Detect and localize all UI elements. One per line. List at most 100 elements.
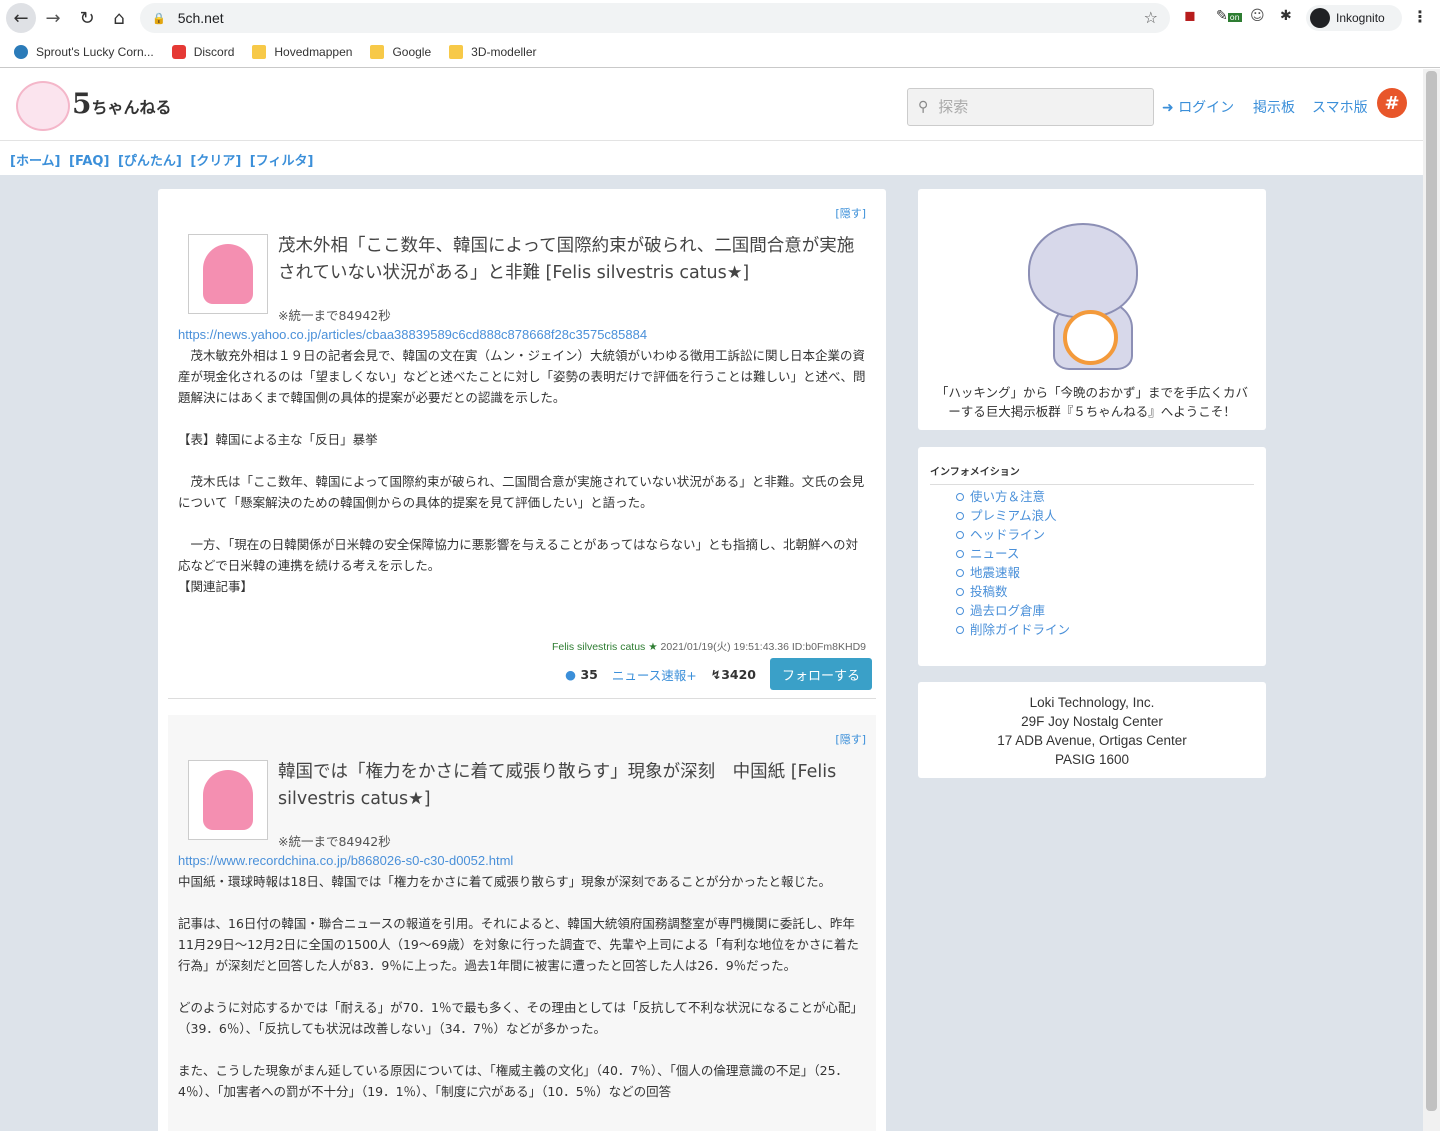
bookmark-label: Hovedmappen <box>274 44 353 59</box>
bookmark-label: Sprout's Lucky Corn... <box>36 44 154 59</box>
author-name[interactable]: Felis silvestris catus ★ <box>552 641 658 653</box>
welcome-text: 「ハッキング」から「今晩のおかず」までを手広くカバーする巨大掲示板群『５ちゃんね… <box>935 385 1249 419</box>
home-icon[interactable]: ⌂ <box>104 3 134 33</box>
bookmark-item[interactable]: Discord <box>171 44 235 59</box>
menu-kebab-icon[interactable]: ⋮ <box>1412 7 1428 26</box>
nav-home[interactable]: [ホーム] <box>10 154 61 169</box>
avatar <box>203 770 253 830</box>
search-input[interactable] <box>938 98 1129 116</box>
comments-count[interactable]: ● 35 <box>565 667 598 682</box>
wolf-mascot-icon <box>1018 205 1168 375</box>
info-link-archive[interactable]: 過去ログ倉庫 <box>956 601 1070 620</box>
article-thumbnail[interactable] <box>188 234 268 314</box>
lock-icon: 🔒 <box>152 11 166 25</box>
hide-link[interactable]: [隠す] <box>835 205 866 221</box>
category-link[interactable]: ニュース速報+ <box>612 665 697 684</box>
hide-link[interactable]: [隠す] <box>835 731 866 747</box>
search-box: ⚲ <box>907 88 1154 126</box>
page-content: 5ちゃんねる ⚲ ➜ ログイン 掲示板 スマホ版 # [ホーム] [FAQ] [… <box>0 69 1423 1131</box>
article-card: [隠す] 茂木外相「ここ数年、韓国によって国際約束が破られ、二国間合意が実施され… <box>168 189 876 699</box>
folder-icon <box>449 44 464 59</box>
back-arrow-icon[interactable]: ← <box>6 3 36 33</box>
ublock-icon[interactable]: ◼ <box>1184 8 1196 24</box>
information-box: インフォメイション 使い方＆注意 プレミアム浪人 ヘッドライン ニュース 地震速… <box>918 447 1266 666</box>
url-text: 5ch.net <box>177 10 224 26</box>
info-link-premium[interactable]: プレミアム浪人 <box>956 506 1070 525</box>
logo-mascot-icon[interactable] <box>16 81 70 131</box>
incognito-label: Inkognito <box>1336 11 1385 25</box>
address-bar[interactable]: 🔒 5ch.net ☆ <box>140 3 1170 33</box>
company-name: Loki Technology, Inc. <box>1029 695 1155 710</box>
company-address-2: 17 ADB Avenue, Ortigas Center <box>997 733 1187 748</box>
sync-countdown: ※統一まで84942秒 <box>278 834 391 849</box>
smartphone-link[interactable]: スマホ版 <box>1312 97 1368 117</box>
forward-arrow-icon[interactable]: → <box>38 3 68 33</box>
site-header: 5ちゃんねる ⚲ ➜ ログイン 掲示板 スマホ版 # <box>0 69 1423 141</box>
welcome-box: 「ハッキング」から「今晩のおかず」までを手広くカバーする巨大掲示板群『５ちゃんね… <box>918 189 1266 430</box>
hash-icon[interactable]: # <box>1377 88 1407 118</box>
bookmark-star-icon[interactable]: ☆ <box>1144 8 1158 27</box>
bookmark-label: Discord <box>193 44 235 59</box>
views-count: ↯3420 <box>711 667 756 682</box>
company-box: Loki Technology, Inc. 29F Joy Nostalg Ce… <box>918 682 1266 778</box>
extension-on-icon[interactable]: ✎ on <box>1216 8 1242 24</box>
incognito-indicator[interactable]: Inkognito <box>1306 5 1402 31</box>
scrollbar[interactable] <box>1423 69 1440 1131</box>
bookmark-label: 3D-modeller <box>471 44 537 59</box>
source-link[interactable]: https://news.yahoo.co.jp/articles/cbaa38… <box>178 327 647 342</box>
boards-link[interactable]: 掲示板 <box>1253 97 1295 117</box>
wordpress-icon <box>14 44 28 59</box>
extension-face-icon[interactable]: ☺ <box>1250 8 1265 24</box>
bookmark-item[interactable]: Hovedmappen <box>252 44 353 59</box>
bolt-icon: ↯ <box>710 666 722 682</box>
bookmark-item[interactable]: Google <box>370 44 432 59</box>
article-thumbnail[interactable] <box>188 760 268 840</box>
folder-icon <box>252 44 267 59</box>
search-icon: ⚲ <box>918 99 929 115</box>
article-actions: ● 35 ニュース速報+ ↯3420 フォローする <box>565 658 872 690</box>
avatar <box>203 244 253 304</box>
browser-toolbar: ← → ↻ ⌂ 🔒 5ch.net ☆ ◼ ✎ on ☺ ✱ Inkognito … <box>0 0 1440 36</box>
discord-icon <box>171 44 186 59</box>
login-icon: ➜ <box>1162 100 1174 116</box>
info-link-headline[interactable]: ヘッドライン <box>956 525 1070 544</box>
mascot-badge <box>1063 310 1118 365</box>
company-address-1: 29F Joy Nostalg Center <box>1021 714 1163 729</box>
company-address-3: PASIG 1600 <box>1054 752 1130 767</box>
comment-bubble-icon: ● <box>565 666 577 682</box>
nav-pintan[interactable]: [ぴんたん] <box>118 154 182 169</box>
info-link-news[interactable]: ニュース <box>956 544 1070 563</box>
article-title[interactable]: 韓国では「権力をかさに着て威張り散らす」現象が深刻 中国紙 [Felis sil… <box>278 759 863 813</box>
bookmarks-bar: Sprout's Lucky Corn... Discord Hovedmapp… <box>0 36 1440 68</box>
bookmark-item[interactable]: 3D-modeller <box>449 44 537 59</box>
sync-countdown: ※統一まで84942秒 <box>278 308 391 323</box>
nav-filter[interactable]: [フィルタ] <box>250 154 314 169</box>
logo-sub: ちゃんねる <box>91 98 172 117</box>
info-list: 使い方＆注意 プレミアム浪人 ヘッドライン ニュース 地震速報 投稿数 過去ログ… <box>956 487 1070 639</box>
news-feed: [隠す] 茂木外相「ここ数年、韓国によって国際約束が破られ、二国間合意が実施され… <box>158 189 886 1131</box>
article-body: 中国紙・環球時報は18日、韓国では「権力をかさに着て威張り散らす」現象が深刻であ… <box>178 874 863 1099</box>
info-link-earthquake[interactable]: 地震速報 <box>956 563 1070 582</box>
extension-on-badge: on <box>1227 13 1242 22</box>
article-title[interactable]: 茂木外相「ここ数年、韓国によって国際約束が破られ、二国間合意が実施されていない状… <box>278 233 863 287</box>
folder-icon <box>370 44 385 59</box>
info-link-usage[interactable]: 使い方＆注意 <box>956 487 1070 506</box>
nav-clear[interactable]: [クリア] <box>190 154 241 169</box>
follow-button[interactable]: フォローする <box>770 658 872 690</box>
puzzle-icon[interactable]: ✱ <box>1280 8 1292 24</box>
article-byline: Felis silvestris catus ★ 2021/01/19(火) 1… <box>552 639 866 654</box>
scroll-thumb[interactable] <box>1426 71 1437 1111</box>
reload-icon[interactable]: ↻ <box>72 3 102 33</box>
login-link[interactable]: ➜ ログイン <box>1162 97 1234 117</box>
logo-number: 5 <box>72 87 92 120</box>
info-link-deletion[interactable]: 削除ガイドライン <box>956 620 1070 639</box>
views-value: 3420 <box>721 666 756 682</box>
login-label: ログイン <box>1178 100 1235 116</box>
source-link[interactable]: https://www.recordchina.co.jp/b868026-s0… <box>178 853 513 868</box>
nav-faq[interactable]: [FAQ] <box>69 154 109 169</box>
bookmark-label: Google <box>392 44 432 59</box>
info-link-post-count[interactable]: 投稿数 <box>956 582 1070 601</box>
bookmark-item[interactable]: Sprout's Lucky Corn... <box>14 44 154 59</box>
site-logo[interactable]: 5ちゃんねる <box>72 87 172 120</box>
mascot-head <box>1028 223 1138 318</box>
